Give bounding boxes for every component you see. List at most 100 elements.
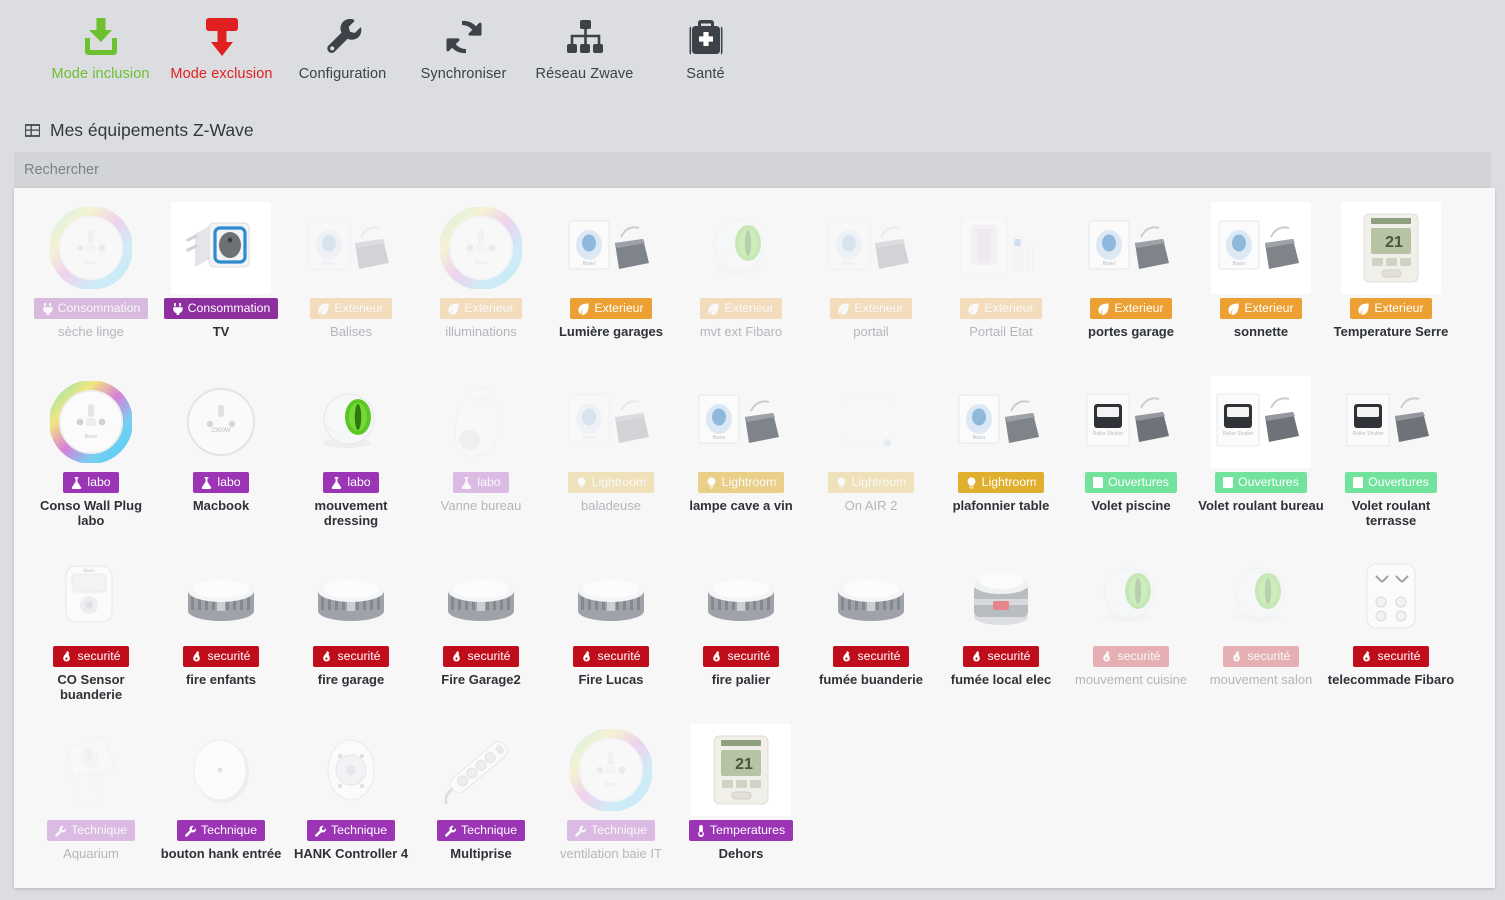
device-category-badge[interactable]: securité [703,646,779,667]
device-card[interactable]: securité fire palier [676,542,806,716]
device-card[interactable]: securité telecommade Fibaro [1326,542,1456,716]
device-category-badge[interactable]: Temperatures [688,820,794,841]
device-category-badge[interactable]: Ouvertures [1215,472,1307,493]
device-category-badge[interactable]: securité [963,646,1039,667]
device-category-badge[interactable]: Exterieur [1350,298,1432,319]
device-name: Aquarium [63,846,119,861]
device-card[interactable]: Lightroom On AIR 2 [806,368,936,542]
bulb-icon [706,476,717,489]
device-thumbnail [691,550,791,642]
device-card[interactable]: fibaro Exterieur portes garage [1066,194,1196,368]
device-card[interactable]: fibaro labo Conso Wall Plug labo [26,368,156,542]
device-category-badge[interactable]: Technique [176,820,266,841]
device-card[interactable]: fibaro Lightroom plafonnier table [936,368,1066,542]
device-category-badge[interactable]: Consommation [163,298,279,319]
device-category-badge[interactable]: securité [573,646,649,667]
device-card[interactable]: fibaro Lightroom lampe cave a vin [676,368,806,542]
device-name: illuminations [445,324,517,339]
device-card[interactable]: securité Fire Garage2 [416,542,546,716]
device-card[interactable]: Technique Aquarium [26,716,156,888]
device-category-badge[interactable]: Lightroom [957,472,1045,493]
device-category-badge[interactable]: Exterieur [830,298,912,319]
device-card[interactable]: Roller Shutter Ouvertures Volet roulant te… [1326,368,1456,542]
device-category-badge[interactable]: Exterieur [570,298,652,319]
device-category-badge[interactable]: Exterieur [310,298,392,319]
toolbar-button-mode-exclusion[interactable]: Mode exclusion [161,8,282,82]
device-name: plafonnier table [952,498,1050,513]
device-category-badge[interactable]: labo [193,472,249,493]
device-category-badge[interactable]: securité [313,646,389,667]
device-category-badge[interactable]: Lightroom [697,472,785,493]
svg-text:fibaro: fibaro [83,568,95,573]
device-thumbnail [1341,550,1441,642]
device-card[interactable]: fibaro Exterieur portail [806,194,936,368]
device-card[interactable]: securité fumée buanderie [806,542,936,716]
device-card[interactable]: securité fumée local elec [936,542,1066,716]
leaf-icon [1358,303,1370,315]
device-card[interactable]: labo Vanne bureau [416,368,546,542]
device-card[interactable]: fibaro Exterieur Lumière garages [546,194,676,368]
device-category-badge[interactable]: Technique [566,820,656,841]
device-category-badge[interactable]: Exterieur [1220,298,1302,319]
device-category-badge[interactable]: labo [63,472,119,493]
device-card[interactable]: securité mouvement salon [1196,542,1326,716]
device-card[interactable]: Consommation TV [156,194,286,368]
device-card[interactable]: 21 Exterieur Temperature Serre [1326,194,1456,368]
toolbar-button-configuration[interactable]: Configuration [282,8,403,82]
device-card[interactable]: fibaro Exterieur Balises [286,194,416,368]
device-category-badge[interactable]: Consommation [33,298,149,319]
device-category-badge[interactable]: Exterieur [700,298,782,319]
device-card[interactable]: Exterieur mvt ext Fibaro [676,194,806,368]
search-bar[interactable] [14,152,1491,188]
device-name: sèche linge [58,324,124,339]
device-category-badge[interactable]: Exterieur [1090,298,1172,319]
device-category-badge[interactable]: Lightroom [567,472,655,493]
device-card[interactable]: Technique bouton hank entrée [156,716,286,888]
device-card[interactable]: fibaro Consommation sèche linge [26,194,156,368]
device-card[interactable]: fibaro Technique ventilation baie IT [546,716,676,888]
device-card[interactable]: Roller Shutter Ouvertures Volet piscine [1066,368,1196,542]
toolbar-button-mode-inclusion[interactable]: Mode inclusion [40,8,161,82]
device-card[interactable]: Technique Multiprise [416,716,546,888]
device-category-badge[interactable]: Ouvertures [1345,472,1437,493]
device-category-badge[interactable]: securité [1093,646,1169,667]
device-card[interactable]: fibaro Exterieur illuminations [416,194,546,368]
device-category-badge[interactable]: securité [1353,646,1429,667]
search-input[interactable] [24,152,1491,188]
device-category-badge[interactable]: securité [833,646,909,667]
device-card[interactable]: Exterieur Portail Etat [936,194,1066,368]
device-category-badge[interactable]: Exterieur [440,298,522,319]
device-card[interactable]: securité fire garage [286,542,416,716]
device-category-badge[interactable]: labo [453,472,509,493]
fire-icon [321,650,332,663]
door-icon [1353,477,1364,488]
device-card[interactable]: securité mouvement cuisine [1066,542,1196,716]
device-card[interactable]: Roller Shutter Ouvertures Volet roulant bu… [1196,368,1326,542]
device-category-badge[interactable]: securité [1223,646,1299,667]
device-card[interactable]: fibaro securité CO Sensor buanderie [26,542,156,716]
toolbar-button-r-seau-zwave[interactable]: Réseau Zwave [524,8,645,82]
device-card[interactable]: fibaro Exterieur sonnette [1196,194,1326,368]
device-category-badge[interactable]: Technique [46,820,136,841]
device-category-badge[interactable]: Exterieur [960,298,1042,319]
device-card[interactable]: labo mouvement dressing [286,368,416,542]
device-card[interactable]: fibaro Lightroom baladeuse [546,368,676,542]
device-category-badge[interactable]: Technique [436,820,526,841]
device-thumbnail: fibaro [561,202,661,294]
device-category-badge[interactable]: Ouvertures [1085,472,1177,493]
device-category-badge[interactable]: Lightroom [827,472,915,493]
device-card[interactable]: Technique HANK Controller 4 [286,716,416,888]
toolbar-button-synchroniser[interactable]: Synchroniser [403,8,524,82]
grid-icon [24,122,41,139]
device-card[interactable]: 21 Temperatures Dehors [676,716,806,888]
device-category-badge[interactable]: securité [53,646,129,667]
device-card[interactable]: securité fire enfants [156,542,286,716]
device-category-badge[interactable]: securité [443,646,519,667]
device-category-badge[interactable]: labo [323,472,379,493]
device-category-badge[interactable]: Technique [306,820,396,841]
toolbar-button-label: Santé [686,66,725,82]
device-category-badge[interactable]: securité [183,646,259,667]
device-card[interactable]: securité Fire Lucas [546,542,676,716]
device-card[interactable]: 2300W labo Macbook [156,368,286,542]
toolbar-button-sant[interactable]: Santé [645,8,766,82]
